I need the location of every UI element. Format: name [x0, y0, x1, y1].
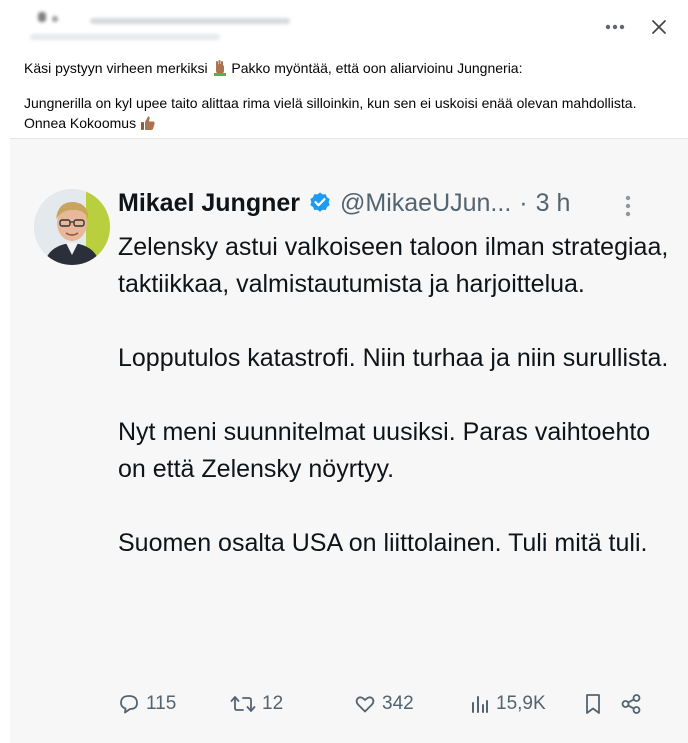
tweet-more-button[interactable]	[620, 193, 636, 221]
tweet-header: Mikael Jungner @MikaeUJun... · 3 h	[118, 187, 570, 219]
tweet-paragraph: Zelensky astui valkoiseen taloon ilman s…	[118, 233, 669, 298]
tweet-paragraph: Lopputulos katastrofi. Niin turhaa ja ni…	[118, 344, 669, 372]
post-text: Käsi pystyyn virheen merkiksi Pakko myön…	[24, 58, 674, 136]
reply-count: 115	[146, 693, 177, 714]
tweet-paragraph: Nyt meni suunnitelmat uusiksi. Paras vai…	[118, 418, 651, 483]
tweet-handle[interactable]: @MikaeUJun...	[340, 189, 511, 218]
verified-badge-icon	[310, 192, 330, 212]
views-chart-icon	[472, 696, 488, 713]
vertical-more-icon	[625, 195, 631, 217]
post-line-1-text: Käsi pystyyn virheen merkiksi	[24, 60, 208, 76]
retweet-icon	[230, 696, 256, 712]
share-icon	[621, 694, 641, 714]
close-icon	[652, 20, 666, 34]
separator-dot: ·	[519, 188, 528, 217]
tweet-author-name[interactable]: Mikael Jungner	[118, 189, 300, 218]
like-count: 342	[382, 693, 414, 714]
like-button[interactable]: 342	[354, 689, 414, 719]
post-line-2-text: Jungnerilla on kyl upee taito alittaa ri…	[24, 95, 637, 131]
header-actions	[600, 12, 674, 42]
tweet-body: Zelensky astui valkoiseen taloon ilman s…	[118, 229, 678, 599]
heart-icon	[355, 696, 375, 713]
views-button[interactable]: 15,9K	[470, 689, 546, 719]
reply-icon	[120, 695, 138, 714]
more-icon	[605, 24, 625, 30]
tweet-card[interactable]: Mikael Jungner @MikaeUJun... · 3 h Zelen…	[10, 138, 688, 743]
tweet-actions: 115 12 342 15,9K	[118, 689, 641, 719]
post-line-2: Jungnerilla on kyl upee taito alittaa ri…	[24, 93, 674, 136]
tweet-time[interactable]: 3 h	[536, 189, 571, 218]
bookmark-icon	[586, 694, 600, 714]
reply-button[interactable]: 115	[118, 689, 176, 719]
tweet-paragraph: Suomen osalta USA on liittolainen. Tuli …	[118, 529, 648, 557]
avatar[interactable]	[34, 189, 110, 265]
close-button[interactable]	[644, 12, 674, 42]
blurred-author-name	[26, 8, 296, 42]
thumbs-up-icon	[140, 115, 156, 136]
bookmark-button[interactable]	[584, 689, 602, 719]
share-button[interactable]	[620, 689, 642, 719]
retweet-count: 12	[262, 693, 284, 714]
views-count: 15,9K	[496, 693, 546, 714]
raised-hand-icon	[212, 60, 228, 81]
post-line-1: Käsi pystyyn virheen merkiksi Pakko myön…	[24, 58, 674, 81]
post-line-1-rest: Pakko myöntää, että oon aliarvioinu Jung…	[231, 60, 523, 76]
post-header	[0, 0, 688, 52]
more-options-button[interactable]	[600, 12, 630, 42]
retweet-button[interactable]: 12	[230, 689, 283, 719]
